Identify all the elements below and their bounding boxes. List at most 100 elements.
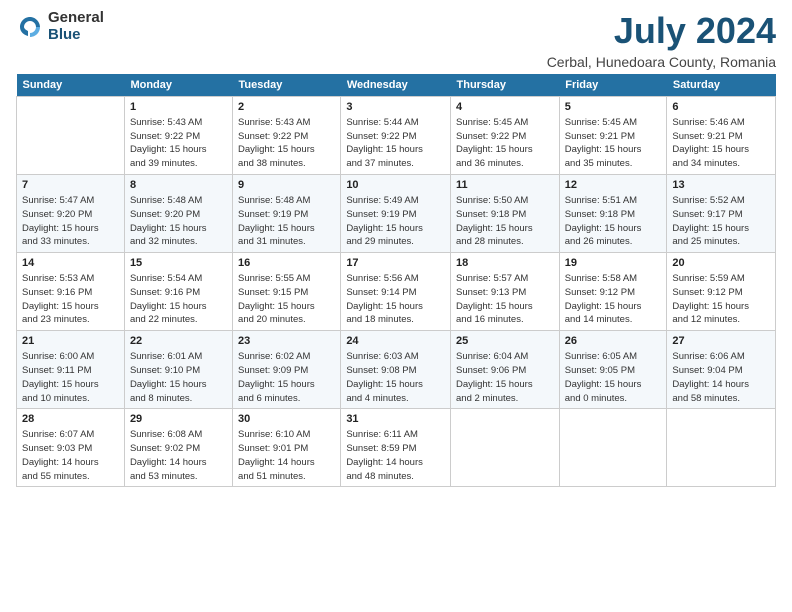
calendar-cell: 17 Sunrise: 5:56 AM Sunset: 9:14 PM Dayli…: [341, 253, 451, 331]
day-number: 16: [238, 256, 335, 271]
calendar-cell: 30 Sunrise: 6:10 AM Sunset: 9:01 PM Dayli…: [233, 409, 341, 487]
calendar-cell: 20 Sunrise: 5:59 AM Sunset: 9:12 PM Dayli…: [667, 253, 776, 331]
day-number: 28: [22, 412, 119, 427]
week-row-5: 28 Sunrise: 6:07 AM Sunset: 9:03 PM Dayli…: [17, 409, 776, 487]
day-info: Sunrise: 5:44 AM Sunset: 9:22 PM Dayligh…: [346, 117, 423, 169]
day-number: 14: [22, 256, 119, 271]
calendar-cell: 1Sunrise: 5:43 AM Sunset: 9:22 PM Daylig…: [124, 97, 232, 175]
day-info: Sunrise: 6:00 AM Sunset: 9:11 PM Dayligh…: [22, 351, 99, 403]
day-info: Sunrise: 5:52 AM Sunset: 9:17 PM Dayligh…: [672, 195, 749, 247]
day-number: 12: [565, 178, 662, 193]
calendar-cell: 22Sunrise: 6:01 AM Sunset: 9:10 PM Dayli…: [124, 331, 232, 409]
day-info: Sunrise: 5:51 AM Sunset: 9:18 PM Dayligh…: [565, 195, 642, 247]
day-info: Sunrise: 5:43 AM Sunset: 9:22 PM Dayligh…: [238, 117, 315, 169]
calendar-cell: 23Sunrise: 6:02 AM Sunset: 9:09 PM Dayli…: [233, 331, 341, 409]
day-info: Sunrise: 5:50 AM Sunset: 9:18 PM Dayligh…: [456, 195, 533, 247]
calendar-cell: 3Sunrise: 5:44 AM Sunset: 9:22 PM Daylig…: [341, 97, 451, 175]
day-info: Sunrise: 6:07 AM Sunset: 9:03 PM Dayligh…: [22, 429, 99, 481]
day-info: Sunrise: 6:08 AM Sunset: 9:02 PM Dayligh…: [130, 429, 207, 481]
day-info: Sunrise: 6:05 AM Sunset: 9:05 PM Dayligh…: [565, 351, 642, 403]
calendar-cell: 28 Sunrise: 6:07 AM Sunset: 9:03 PM Dayli…: [17, 409, 125, 487]
col-header-wednesday: Wednesday: [341, 74, 451, 97]
calendar-cell: 15 Sunrise: 5:54 AM Sunset: 9:16 PM Dayli…: [124, 253, 232, 331]
calendar-cell: 27 Sunrise: 6:06 AM Sunset: 9:04 PM Dayli…: [667, 331, 776, 409]
day-info: Sunrise: 6:11 AM Sunset: 8:59 PM Dayligh…: [346, 429, 423, 481]
day-number: 29: [130, 412, 227, 427]
calendar-cell: 18 Sunrise: 5:57 AM Sunset: 9:13 PM Dayli…: [451, 253, 560, 331]
calendar-cell: 7Sunrise: 5:47 AM Sunset: 9:20 PM Daylig…: [17, 175, 125, 253]
day-info: Sunrise: 5:53 AM Sunset: 9:16 PM Dayligh…: [22, 273, 99, 325]
day-info: Sunrise: 6:02 AM Sunset: 9:09 PM Dayligh…: [238, 351, 315, 403]
calendar-cell: [559, 409, 667, 487]
calendar-cell: 2 Sunrise: 5:43 AM Sunset: 9:22 PM Daylig…: [233, 97, 341, 175]
page-container: General Blue July 2024 Cerbal, Hunedoara…: [0, 0, 792, 497]
week-row-4: 21 Sunrise: 6:00 AM Sunset: 9:11 PM Dayli…: [17, 331, 776, 409]
day-info: Sunrise: 5:43 AM Sunset: 9:22 PM Dayligh…: [130, 117, 207, 169]
day-info: Sunrise: 5:45 AM Sunset: 9:21 PM Dayligh…: [565, 117, 642, 169]
calendar-cell: 13 Sunrise: 5:52 AM Sunset: 9:17 PM Dayli…: [667, 175, 776, 253]
logo: General Blue: [16, 10, 104, 43]
day-number: 30: [238, 412, 335, 427]
day-info: Sunrise: 6:06 AM Sunset: 9:04 PM Dayligh…: [672, 351, 749, 403]
day-number: 27: [672, 334, 770, 349]
day-number: 19: [565, 256, 662, 271]
day-info: Sunrise: 5:56 AM Sunset: 9:14 PM Dayligh…: [346, 273, 423, 325]
calendar-cell: 4 Sunrise: 5:45 AM Sunset: 9:22 PM Daylig…: [451, 97, 560, 175]
calendar-cell: 16Sunrise: 5:55 AM Sunset: 9:15 PM Dayli…: [233, 253, 341, 331]
logo-blue-text: Blue: [48, 27, 104, 44]
day-number: 18: [456, 256, 554, 271]
week-row-2: 7Sunrise: 5:47 AM Sunset: 9:20 PM Daylig…: [17, 175, 776, 253]
day-info: Sunrise: 5:54 AM Sunset: 9:16 PM Dayligh…: [130, 273, 207, 325]
calendar-cell: 29 Sunrise: 6:08 AM Sunset: 9:02 PM Dayli…: [124, 409, 232, 487]
month-title: July 2024: [547, 10, 776, 52]
calendar-cell: 8 Sunrise: 5:48 AM Sunset: 9:20 PM Daylig…: [124, 175, 232, 253]
week-row-1: 1Sunrise: 5:43 AM Sunset: 9:22 PM Daylig…: [17, 97, 776, 175]
day-info: Sunrise: 5:47 AM Sunset: 9:20 PM Dayligh…: [22, 195, 99, 247]
calendar-cell: 21 Sunrise: 6:00 AM Sunset: 9:11 PM Dayli…: [17, 331, 125, 409]
day-info: Sunrise: 5:48 AM Sunset: 9:20 PM Dayligh…: [130, 195, 207, 247]
day-number: 17: [346, 256, 445, 271]
day-info: Sunrise: 5:45 AM Sunset: 9:22 PM Dayligh…: [456, 117, 533, 169]
day-info: Sunrise: 5:57 AM Sunset: 9:13 PM Dayligh…: [456, 273, 533, 325]
day-info: Sunrise: 5:58 AM Sunset: 9:12 PM Dayligh…: [565, 273, 642, 325]
col-header-monday: Monday: [124, 74, 232, 97]
calendar-cell: 12 Sunrise: 5:51 AM Sunset: 9:18 PM Dayli…: [559, 175, 667, 253]
day-info: Sunrise: 6:01 AM Sunset: 9:10 PM Dayligh…: [130, 351, 207, 403]
col-header-friday: Friday: [559, 74, 667, 97]
day-number: 11: [456, 178, 554, 193]
day-number: 10: [346, 178, 445, 193]
day-number: 13: [672, 178, 770, 193]
day-number: 2: [238, 100, 335, 115]
day-info: Sunrise: 5:48 AM Sunset: 9:19 PM Dayligh…: [238, 195, 315, 247]
calendar-cell: 19 Sunrise: 5:58 AM Sunset: 9:12 PM Dayli…: [559, 253, 667, 331]
day-info: Sunrise: 5:59 AM Sunset: 9:12 PM Dayligh…: [672, 273, 749, 325]
day-info: Sunrise: 5:46 AM Sunset: 9:21 PM Dayligh…: [672, 117, 749, 169]
calendar-cell: 25Sunrise: 6:04 AM Sunset: 9:06 PM Dayli…: [451, 331, 560, 409]
day-number: 15: [130, 256, 227, 271]
calendar-table: SundayMondayTuesdayWednesdayThursdayFrid…: [16, 74, 776, 487]
calendar-cell: 9Sunrise: 5:48 AM Sunset: 9:19 PM Daylig…: [233, 175, 341, 253]
calendar-cell: 14 Sunrise: 5:53 AM Sunset: 9:16 PM Dayli…: [17, 253, 125, 331]
location-title: Cerbal, Hunedoara County, Romania: [547, 54, 776, 70]
calendar-cell: 24Sunrise: 6:03 AM Sunset: 9:08 PM Dayli…: [341, 331, 451, 409]
col-header-sunday: Sunday: [17, 74, 125, 97]
calendar-cell: [451, 409, 560, 487]
logo-general-text: General: [48, 10, 104, 27]
day-info: Sunrise: 6:10 AM Sunset: 9:01 PM Dayligh…: [238, 429, 315, 481]
col-header-saturday: Saturday: [667, 74, 776, 97]
day-number: 8: [130, 178, 227, 193]
calendar-cell: [17, 97, 125, 175]
day-number: 20: [672, 256, 770, 271]
calendar-cell: 26Sunrise: 6:05 AM Sunset: 9:05 PM Dayli…: [559, 331, 667, 409]
day-number: 6: [672, 100, 770, 115]
day-number: 31: [346, 412, 445, 427]
calendar-cell: 6 Sunrise: 5:46 AM Sunset: 9:21 PM Daylig…: [667, 97, 776, 175]
col-header-tuesday: Tuesday: [233, 74, 341, 97]
logo-icon: [16, 13, 44, 41]
header: General Blue July 2024 Cerbal, Hunedoara…: [16, 10, 776, 70]
day-number: 4: [456, 100, 554, 115]
day-number: 21: [22, 334, 119, 349]
calendar-cell: 11 Sunrise: 5:50 AM Sunset: 9:18 PM Dayli…: [451, 175, 560, 253]
week-row-3: 14 Sunrise: 5:53 AM Sunset: 9:16 PM Dayli…: [17, 253, 776, 331]
day-info: Sunrise: 6:04 AM Sunset: 9:06 PM Dayligh…: [456, 351, 533, 403]
